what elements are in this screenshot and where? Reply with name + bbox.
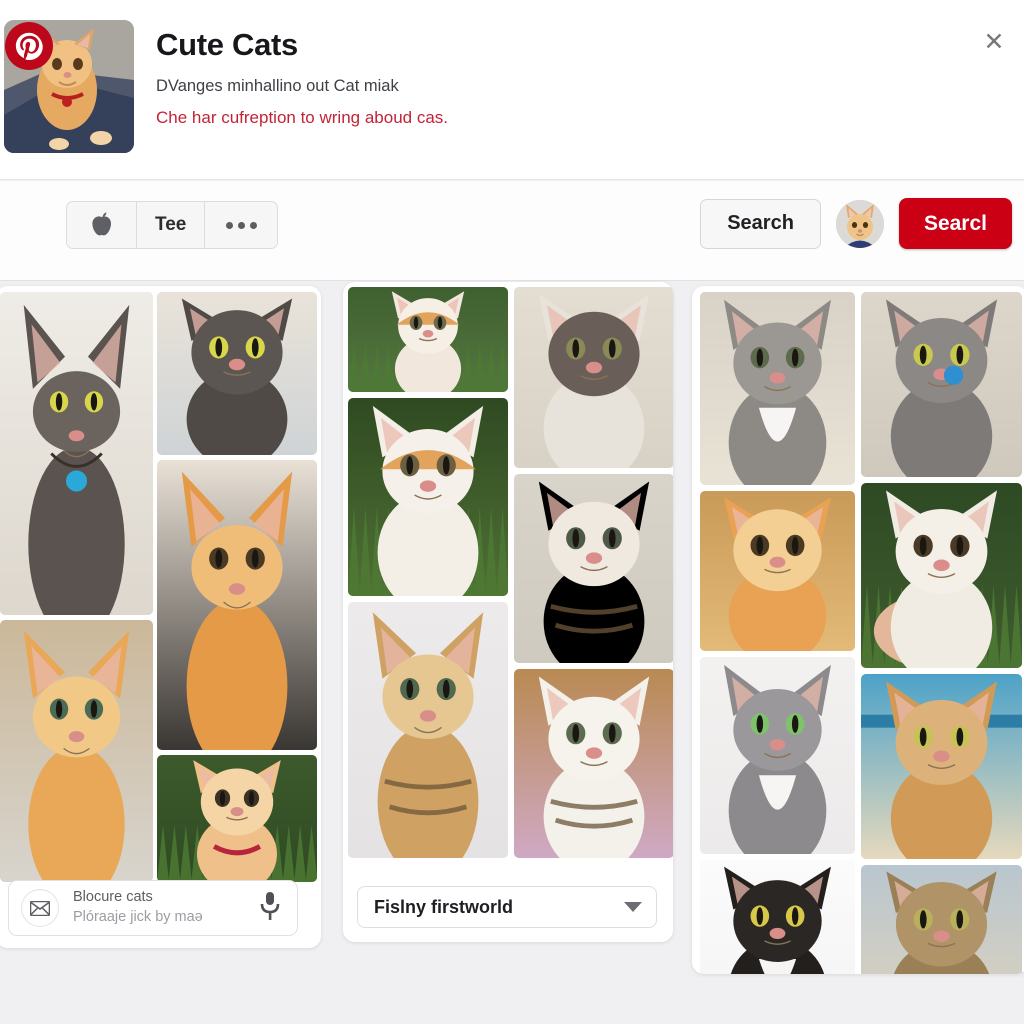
page-header: Cute Cats DVanges minhallino out Cat mia…	[0, 0, 1024, 180]
grid-image-white-tabby-kitten-shelf[interactable]	[514, 669, 673, 858]
grid-image-grey-scottish-fold-on-bed[interactable]	[157, 292, 317, 455]
grid-image-grey-cat-green-eyes-portrait[interactable]	[700, 657, 855, 854]
search-input-placeholder: Plóraaje jick by maə	[73, 909, 203, 925]
grid-image-kitten-held-in-hand-outdoors[interactable]	[861, 483, 1022, 668]
header-text-block: Cute Cats DVanges minhallino out Cat mia…	[156, 26, 856, 128]
results-panel-right	[692, 286, 1024, 974]
grid-image-black-cat-white-chest[interactable]	[700, 860, 855, 974]
grid-image-orange-kitten-in-ivy[interactable]	[157, 755, 317, 882]
microphone-icon[interactable]	[259, 891, 281, 926]
grid-image-grey-white-cat-on-tile-floor[interactable]	[514, 287, 673, 468]
grid-image-tabby-cat-studio-white-bg[interactable]	[348, 602, 508, 858]
search-input-value: Blocure cats	[73, 889, 153, 906]
more-options-button[interactable]	[205, 202, 278, 248]
grid-image-tabby-kitten-indoor-hall[interactable]	[514, 474, 673, 663]
image-envelope-icon	[21, 889, 59, 927]
grid-image-white-cat-in-grass[interactable]	[348, 398, 508, 596]
grid-image-orange-kitten-indoors[interactable]	[0, 620, 153, 882]
apple-icon-button[interactable]	[67, 202, 137, 248]
filter-dropdown-value: Fislny firstworld	[374, 896, 514, 917]
avatar[interactable]	[835, 199, 884, 248]
more-dots-icon	[225, 221, 257, 229]
search-input-texts: Blocure cats Plóraaje jick by maə	[73, 888, 259, 927]
grid-image-orange-cat-on-table-pink-toy[interactable]	[700, 491, 855, 651]
page-subtitle: DVanges minhallino out Cat miak	[156, 77, 399, 96]
filter-dropdown[interactable]: Fislny firstworld	[357, 886, 657, 928]
close-icon[interactable]: ✕	[974, 22, 1014, 62]
pinterest-logo-icon[interactable]	[5, 22, 53, 70]
grid-image-orange-white-cat-closeup-plants[interactable]	[348, 287, 508, 392]
page-title: Cute Cats	[156, 27, 298, 62]
app-root: Cute Cats DVanges minhallino out Cat mia…	[0, 0, 1024, 1024]
toolbar-right-group: Search Searcl	[700, 198, 1012, 249]
grid-image-grey-cat-sitting-with-blue-tag[interactable]	[0, 292, 153, 615]
chevron-down-icon	[624, 902, 642, 912]
search-primary-button[interactable]: Searcl	[898, 198, 1012, 249]
page-note: Che har cufreption to wring aboud cas.	[156, 107, 449, 127]
results-panel-middle: Fislny firstworld	[343, 282, 673, 942]
apple-icon	[89, 211, 115, 239]
search-input[interactable]: Blocure cats Plóraaje jick by maə	[8, 880, 298, 936]
tee-button[interactable]: Tee	[137, 202, 206, 248]
results-panel-left: Blocure cats Plóraaje jick by maə	[0, 286, 321, 948]
grid-image-orange-tabby-on-chair[interactable]	[157, 460, 317, 750]
grid-image-tabby-cat-on-cushion[interactable]	[861, 865, 1022, 974]
grid-image-grey-kitten-blue-collar-sidewalk[interactable]	[861, 292, 1022, 477]
grid-image-grey-white-cat-sunlit-carpet[interactable]	[700, 292, 855, 485]
grid-image-orange-cat-on-beach[interactable]	[861, 674, 1022, 859]
search-outline-button[interactable]: Search	[700, 198, 821, 249]
segmented-button-group: Tee	[66, 201, 279, 249]
